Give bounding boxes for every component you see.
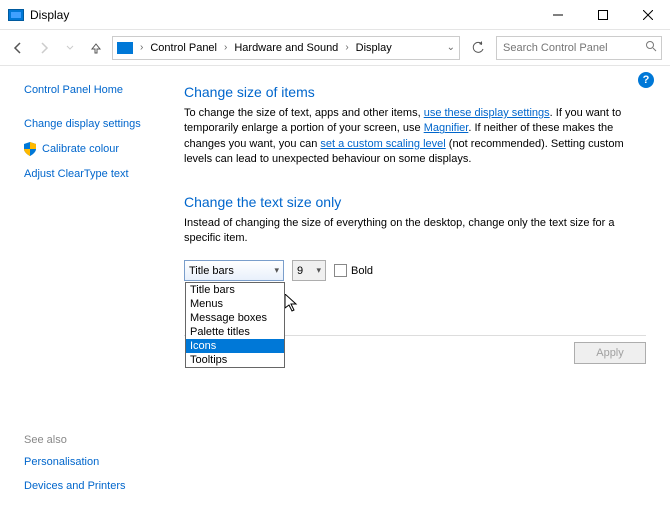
search-icon[interactable] [645,40,657,55]
chevron-right-icon[interactable]: › [342,42,351,53]
magnifier-link[interactable]: Magnifier [424,122,469,134]
dropdown-option[interactable]: Message boxes [186,311,284,325]
chevron-right-icon[interactable]: › [137,42,146,53]
back-button[interactable] [8,38,28,58]
section2-text: Instead of changing the size of everythi… [184,216,646,247]
display-icon [117,42,133,54]
dropdown-option[interactable]: Title bars [186,283,284,297]
see-also-heading: See also [24,434,126,446]
main-content: Change size of items To change the size … [180,66,670,522]
shield-icon [24,142,36,156]
see-also-personalisation[interactable]: Personalisation [24,456,126,468]
chevron-right-icon[interactable]: › [221,42,230,53]
see-also-devices[interactable]: Devices and Printers [24,480,126,492]
section1-text: To change the size of text, apps and oth… [184,106,646,168]
combo-selected: Title bars [189,265,234,277]
chevron-down-icon[interactable]: ⌄ [447,42,455,53]
display-icon [8,9,24,21]
recent-dropdown[interactable] [60,38,80,58]
forward-button[interactable] [34,38,54,58]
custom-scaling-link[interactable]: set a custom scaling level [320,138,445,150]
sidebar: Control Panel Home Change display settin… [0,66,180,522]
display-settings-link[interactable]: use these display settings [424,107,550,119]
chevron-down-icon: ▾ [316,265,321,276]
item-type-combo[interactable]: Title bars ▾ Title bars Menus Message bo… [184,260,284,281]
dropdown-option[interactable]: Palette titles [186,325,284,339]
sidebar-link-label: Calibrate colour [42,143,119,155]
checkbox-box [334,264,347,277]
help-icon[interactable]: ? [638,72,654,88]
search-box[interactable] [496,36,662,60]
bold-checkbox[interactable]: Bold [334,264,373,277]
breadcrumb-item[interactable]: Hardware and Sound [232,42,340,54]
close-button[interactable] [625,0,670,29]
dropdown-option[interactable]: Icons [186,339,284,353]
up-button[interactable] [86,38,106,58]
item-type-dropdown: Title bars Menus Message boxes Palette t… [185,282,285,368]
breadcrumb-item[interactable]: Display [354,42,394,54]
breadcrumb[interactable]: › Control Panel › Hardware and Sound › D… [112,36,460,60]
window-title: Display [30,8,535,22]
minimize-button[interactable] [535,0,580,29]
section-heading: Change size of items [184,84,646,100]
sidebar-link-cleartype[interactable]: Adjust ClearType text [24,168,180,180]
combo-selected: 9 [297,265,303,277]
chevron-down-icon: ▾ [274,265,279,276]
sidebar-link-calibrate[interactable]: Calibrate colour [24,142,180,156]
checkbox-label: Bold [351,265,373,277]
apply-button[interactable]: Apply [574,342,646,364]
dropdown-option[interactable]: Tooltips [186,353,284,367]
dropdown-option[interactable]: Menus [186,297,284,311]
breadcrumb-item[interactable]: Control Panel [148,42,219,54]
navbar: › Control Panel › Hardware and Sound › D… [0,30,670,66]
refresh-button[interactable] [466,36,490,60]
control-panel-home-link[interactable]: Control Panel Home [24,84,180,96]
see-also: See also Personalisation Devices and Pri… [24,434,126,504]
section-heading: Change the text size only [184,194,646,210]
font-size-combo[interactable]: 9 ▾ [292,260,326,281]
search-input[interactable] [503,42,645,54]
sidebar-link-display-settings[interactable]: Change display settings [24,118,180,130]
maximize-button[interactable] [580,0,625,29]
titlebar: Display [0,0,670,30]
